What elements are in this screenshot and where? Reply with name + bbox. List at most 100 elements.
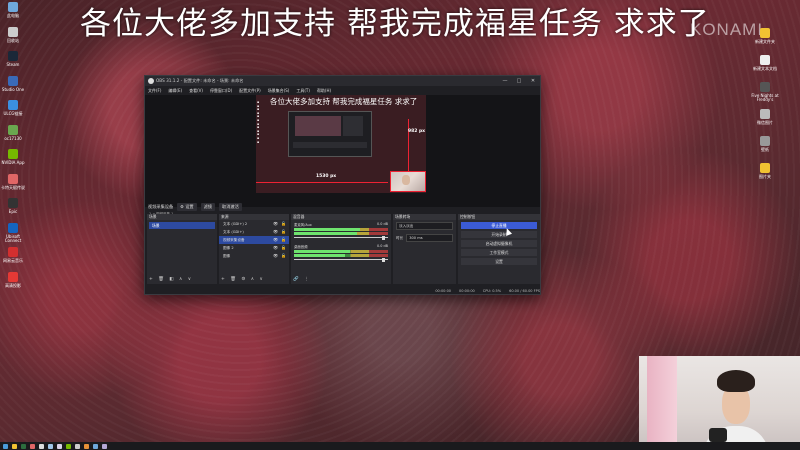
- menu-help[interactable]: 帮助(H): [317, 88, 331, 94]
- sources-footer-buttons[interactable]: + 🗑 ⚙ ∧ ∨: [221, 277, 265, 282]
- desktop-icon[interactable]: 壁纸: [748, 136, 782, 152]
- desktop-icon-label: 图片夹: [759, 174, 771, 179]
- obs-titlebar[interactable]: OBS 31.1.2 - 配置文件: 未命名 - 场景: 未命名 — □ ✕: [145, 76, 540, 86]
- eye-icon[interactable]: 👁: [273, 228, 278, 236]
- taskbar-app-icon[interactable]: [30, 443, 35, 449]
- lock-icon[interactable]: 🔓: [281, 236, 286, 244]
- taskbar: [0, 442, 800, 450]
- deactivate-button[interactable]: 取消激活: [219, 203, 242, 211]
- scenes-footer-buttons[interactable]: + 🗑 ◧ ∧ ∨: [149, 277, 193, 282]
- app-icon: [8, 149, 18, 159]
- duration-input[interactable]: 300 ms: [406, 234, 453, 242]
- close-button[interactable]: ✕: [526, 78, 540, 84]
- menu-scene-collection[interactable]: 场景集合(S): [268, 88, 290, 94]
- source-item[interactable]: 文本 (GDI+) 2 👁 🔓: [219, 220, 289, 228]
- eye-icon[interactable]: 👁: [273, 236, 278, 244]
- transform-guide-vertical: [408, 119, 409, 172]
- transition-select[interactable]: 淡入淡出: [396, 222, 453, 230]
- controls-header: 控制按钮: [458, 214, 540, 220]
- desktop-icon[interactable]: 网易云音乐: [0, 247, 26, 263]
- desktop-icon[interactable]: 新建文件夹: [748, 28, 782, 44]
- source-item[interactable]: 文本 (GDI+) 👁 🔓: [219, 228, 289, 236]
- menu-docks[interactable]: 停靠窗口(D): [210, 88, 232, 94]
- volume-slider[interactable]: [294, 235, 388, 240]
- preview-canvas[interactable]: 各位大佬多加支持 帮我完成福星任务 求求了 ▪ ▪ ▪ ▪ ▪ ▪ ▪ ▪ ▪ ▪ ▪ ▪ 982 p…: [256, 95, 426, 193]
- taskbar-app-icon[interactable]: [75, 443, 80, 449]
- desktop-icon[interactable]: 图片夹: [748, 163, 782, 179]
- desktop-icon[interactable]: 此电脑: [0, 2, 26, 18]
- slider-knob[interactable]: [382, 257, 386, 262]
- desktop-icon[interactable]: Five Nights at Freddy's: [748, 82, 782, 103]
- desktop-icon[interactable]: 微信图片: [748, 109, 782, 125]
- menu-tools[interactable]: 工具(T): [296, 88, 310, 94]
- source-item[interactable]: 视频采集设备 👁 🔓: [219, 236, 289, 244]
- desktop-icon[interactable]: NVIDIA App: [0, 149, 26, 165]
- app-icon: [8, 100, 18, 110]
- eye-icon[interactable]: 👁: [273, 244, 278, 252]
- virtual-camera-button[interactable]: 启动虚拟摄像机: [461, 240, 537, 247]
- stop-streaming-button[interactable]: 停止直播: [461, 222, 537, 229]
- app-icon: [760, 28, 770, 38]
- lock-icon[interactable]: 🔓: [281, 228, 286, 236]
- desktop-icon[interactable]: Steam: [0, 51, 26, 67]
- volume-meter: [294, 254, 388, 257]
- filters-button[interactable]: 滤镜: [200, 203, 215, 211]
- mixer-footer-buttons[interactable]: 🔗 ⋮: [293, 277, 311, 282]
- desktop-icon[interactable]: 回收站: [0, 26, 26, 43]
- preview-text-overlay[interactable]: 各位大佬多加支持 帮我完成福星任务 求求了: [270, 96, 417, 107]
- taskbar-app-icon[interactable]: [48, 443, 53, 449]
- volume-meter-level: [294, 254, 345, 257]
- taskbar-app-icon[interactable]: [12, 443, 17, 449]
- obs-window: OBS 31.1.2 - 配置文件: 未命名 - 场景: 未命名 — □ ✕ 文…: [144, 75, 541, 295]
- slider-knob[interactable]: [382, 235, 386, 240]
- desktop-icon[interactable]: 卡特天赋传说: [0, 173, 26, 190]
- eye-icon[interactable]: 👁: [273, 252, 278, 260]
- taskbar-app-icon[interactable]: [84, 443, 89, 449]
- volume-meter-level: [294, 250, 351, 253]
- lock-icon[interactable]: 🔓: [281, 252, 286, 260]
- lock-icon[interactable]: 🔓: [281, 220, 286, 228]
- source-item[interactable]: 图像 👁 🔓: [219, 252, 289, 260]
- desktop-icon[interactable]: oc17130: [0, 124, 26, 141]
- webcam-source-selected[interactable]: [390, 171, 426, 192]
- desktop-icon[interactable]: 高清投影: [0, 271, 26, 288]
- start-recording-button[interactable]: 开始录制: [461, 231, 537, 238]
- desktop-icon[interactable]: Studio One: [0, 75, 26, 92]
- preview-area[interactable]: 各位大佬多加支持 帮我完成福星任务 求求了 ▪ ▪ ▪ ▪ ▪ ▪ ▪ ▪ ▪ ▪ ▪ ▪ 982 p…: [145, 95, 540, 216]
- menu-file[interactable]: 文件(F): [148, 88, 161, 94]
- menu-view[interactable]: 查看(V): [189, 88, 203, 94]
- menu-profile[interactable]: 配置文件(P): [239, 88, 261, 94]
- app-icon: [760, 109, 770, 119]
- app-icon: [8, 247, 18, 257]
- mixer-channel-name: 麦克风/Aux: [294, 223, 312, 227]
- volume-slider[interactable]: [294, 257, 388, 262]
- desktop-icon-label: 新建文件夹: [755, 39, 775, 44]
- eye-icon[interactable]: 👁: [273, 220, 278, 228]
- properties-button[interactable]: ⚙ 设置: [177, 203, 197, 211]
- source-item[interactable]: 图像 2 👁 🔓: [219, 244, 289, 252]
- desktop-icon[interactable]: Epic: [0, 198, 26, 214]
- lock-icon[interactable]: 🔓: [281, 244, 286, 252]
- desktop-icon[interactable]: Ubisoft Connect: [0, 222, 26, 244]
- menu-edit[interactable]: 编辑(E): [168, 88, 182, 94]
- taskbar-app-icon[interactable]: [3, 443, 8, 449]
- maximize-button[interactable]: □: [512, 78, 526, 84]
- minimize-button[interactable]: —: [498, 78, 512, 84]
- app-icon: [760, 82, 770, 92]
- taskbar-app-icon[interactable]: [39, 443, 44, 449]
- scene-item[interactable]: 场景: [149, 222, 215, 229]
- studio-mode-button[interactable]: 工作室模式: [461, 249, 537, 256]
- app-icon: [8, 222, 18, 233]
- sources-list: 文本 (GDI+) 2 👁 🔓 文本 (GDI+) 👁 🔓 视频采集设备 👁 🔓 图像 2 👁 🔓 图像…: [219, 220, 289, 260]
- taskbar-app-icon[interactable]: [66, 443, 71, 449]
- desktop-icon[interactable]: 新建文本文档: [748, 55, 782, 71]
- banner-text: 各位大佬多加支持 帮我完成福星任务 求求了: [80, 6, 710, 42]
- taskbar-app-icon[interactable]: [102, 443, 107, 449]
- settings-button[interactable]: 设置: [461, 258, 537, 265]
- taskbar-app-icon[interactable]: [57, 443, 62, 449]
- taskbar-app-icon[interactable]: [21, 443, 26, 449]
- source-label: 文本 (GDI+): [223, 230, 244, 234]
- taskbar-app-icon[interactable]: [93, 443, 98, 449]
- desktop-icon[interactable]: ULCG链接: [0, 100, 26, 116]
- curtain: [647, 356, 677, 450]
